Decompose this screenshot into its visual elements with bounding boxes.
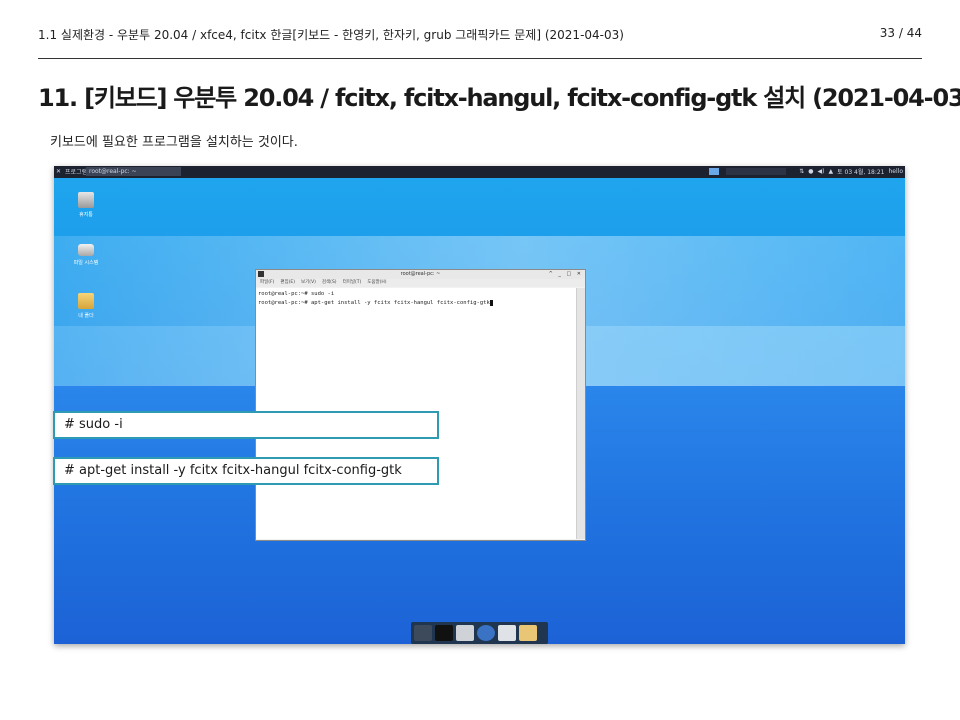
- page-header: 1.1 실제환경 - 우분투 20.04 / xfce4, fcitx 한글[키…: [38, 22, 922, 59]
- desktop-icon-trash[interactable]: 휴지통: [61, 192, 111, 218]
- command-callout-sudo: # sudo -i: [53, 411, 439, 439]
- desktop-icon-label: 파일 시스템: [73, 260, 99, 266]
- menu-view[interactable]: 보기(V): [301, 279, 316, 287]
- terminal-titlebar[interactable]: root@real-pc: ~ ^ _ □ ✕: [256, 270, 585, 279]
- search-icon[interactable]: [498, 625, 516, 641]
- web-browser-icon[interactable]: [477, 625, 495, 641]
- network-icon[interactable]: ⇅: [799, 168, 804, 175]
- menu-edit[interactable]: 편집(E): [280, 279, 295, 287]
- trash-icon: [78, 192, 94, 208]
- applications-menu[interactable]: ✕ 프로그램: [56, 167, 87, 176]
- workspace-1[interactable]: [709, 168, 719, 175]
- user-name[interactable]: hello: [889, 168, 904, 175]
- desktop-icon-home[interactable]: 내 폴더: [61, 293, 111, 319]
- workspace-switcher[interactable]: [726, 168, 786, 175]
- xfce-logo-icon: ✕: [56, 168, 62, 175]
- input-method-icon[interactable]: ●: [808, 168, 813, 175]
- window-controls[interactable]: ^ _ □ ✕: [549, 270, 583, 279]
- desktop-icon-label: 휴지통: [79, 212, 93, 218]
- header-breadcrumb: 1.1 실제환경 - 우분투 20.04 / xfce4, fcitx 한글[키…: [38, 28, 624, 42]
- notification-icon[interactable]: ▲: [828, 168, 833, 175]
- top-panel: ✕ 프로그램 root@real-pc: ~ ⇅ ● ◀) ▲ 토 03 4월,…: [54, 166, 905, 178]
- home-folder-icon: [78, 293, 94, 309]
- text-cursor: [489, 299, 493, 306]
- page-description: 키보드에 필요한 프로그램을 설치하는 것이다.: [50, 135, 298, 150]
- terminal-scrollbar[interactable]: [576, 288, 585, 539]
- terminal-window[interactable]: root@real-pc: ~ ^ _ □ ✕ 파일(F) 편집(E) 보기(V…: [255, 269, 586, 541]
- command-callout-install: # apt-get install -y fcitx fcitx-hangul …: [53, 457, 439, 485]
- folder-icon[interactable]: [519, 625, 537, 641]
- page-title: 11. [키보드] 우분투 20.04 / fcitx, fcitx-hangu…: [38, 84, 960, 112]
- menu-help[interactable]: 도움말(H): [367, 279, 386, 287]
- applications-menu-label: 프로그램: [65, 169, 88, 176]
- desktop-screenshot: ✕ 프로그램 root@real-pc: ~ ⇅ ● ◀) ▲ 토 03 4월,…: [54, 166, 905, 644]
- drive-icon: [78, 244, 94, 256]
- menu-terminal[interactable]: 터미널(T): [343, 279, 362, 287]
- clock[interactable]: 토 03 4월, 18:21: [837, 167, 884, 176]
- taskbar-item-terminal[interactable]: root@real-pc: ~: [86, 167, 181, 176]
- terminal-line: root@real-pc:~# sudo -i: [258, 291, 335, 297]
- terminal-line: root@real-pc:~# apt-get install -y fcitx…: [258, 300, 490, 306]
- desktop-icon-filesystem[interactable]: 파일 시스템: [61, 244, 111, 266]
- terminal-line-current: root@real-pc:~# apt-get install -y fcitx…: [258, 299, 575, 308]
- menu-search[interactable]: 검색(S): [322, 279, 337, 287]
- volume-icon[interactable]: ◀): [817, 168, 824, 175]
- page-number: 33 / 44: [879, 26, 922, 40]
- show-desktop-icon[interactable]: [414, 625, 432, 641]
- menu-file[interactable]: 파일(F): [260, 279, 274, 287]
- system-tray: ⇅ ● ◀) ▲ 토 03 4월, 18:21 hello: [799, 167, 903, 176]
- desktop-icon-label: 내 폴더: [78, 313, 94, 319]
- bottom-dock: [411, 622, 548, 644]
- terminal-launcher-icon[interactable]: [435, 625, 453, 641]
- terminal-title: root@real-pc: ~: [400, 271, 441, 277]
- terminal-menubar: 파일(F) 편집(E) 보기(V) 검색(S) 터미널(T) 도움말(H): [256, 279, 585, 287]
- file-manager-icon[interactable]: [456, 625, 474, 641]
- terminal-icon: [258, 271, 264, 277]
